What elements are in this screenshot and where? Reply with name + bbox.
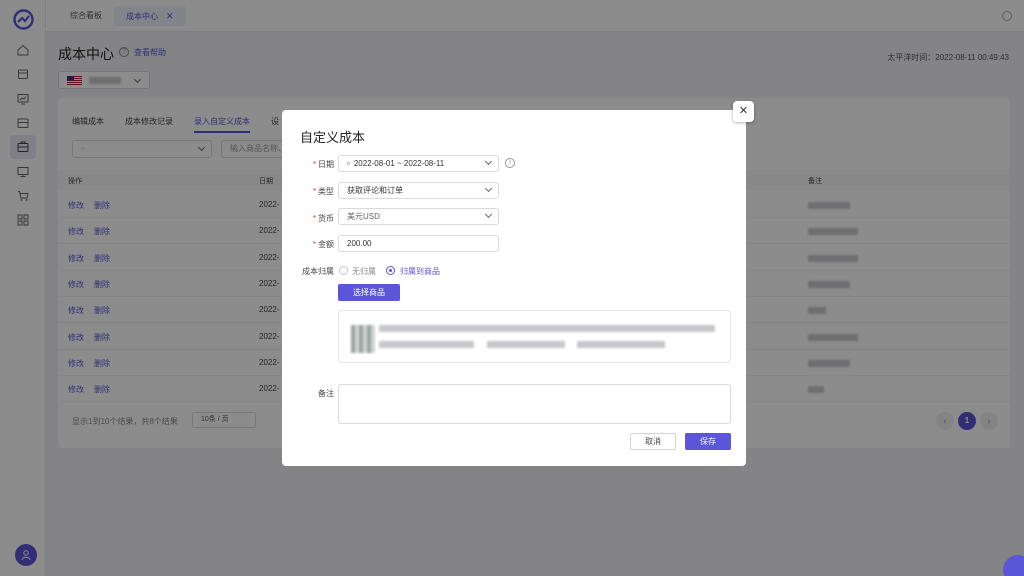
note-textarea[interactable] — [338, 384, 731, 424]
currency-label: * 货币 — [312, 214, 334, 223]
radio-no-attribution-label[interactable]: 无归属 — [352, 266, 376, 277]
attribution-label: 成本归属 — [302, 267, 334, 276]
custom-cost-dialog: 自定义成本 * 日期 ▫ 2022-08-01 ~ 2022-08-11 i * 类型… — [282, 110, 746, 466]
calendar-icon: ▫ — [347, 159, 350, 168]
product-title-blurred — [379, 325, 715, 332]
chevron-down-icon — [484, 184, 493, 193]
date-range-picker[interactable]: ▫ 2022-08-01 ~ 2022-08-11 — [338, 155, 499, 172]
type-label: * 类型 — [312, 187, 334, 196]
dialog-title: 自定义成本 — [300, 130, 366, 145]
save-button[interactable]: 保存 — [685, 433, 731, 450]
radio-product-attribution[interactable] — [386, 266, 395, 275]
amount-input[interactable]: 200.00 — [338, 235, 499, 252]
currency-select[interactable]: 美元USD — [338, 208, 499, 225]
radio-product-attribution-label[interactable]: 归属到商品 — [400, 266, 440, 277]
selected-product-card — [338, 310, 731, 363]
info-icon[interactable]: i — [505, 158, 515, 168]
close-icon[interactable]: ✕ — [733, 101, 754, 122]
date-label: * 日期 — [312, 160, 334, 169]
radio-no-attribution[interactable] — [339, 266, 348, 275]
product-meta-blurred — [379, 341, 474, 348]
note-label: 备注 — [318, 389, 334, 398]
select-product-button[interactable]: 选择商品 — [338, 284, 400, 301]
chevron-down-icon — [484, 157, 493, 166]
product-image-blurred — [351, 325, 375, 353]
chevron-down-icon — [484, 210, 493, 219]
amount-label: * 金额 — [312, 240, 334, 249]
product-meta-blurred — [577, 341, 665, 348]
product-meta-blurred — [487, 341, 565, 348]
cancel-button[interactable]: 取消 — [630, 433, 676, 450]
type-select[interactable]: 获取评论和订单 — [338, 182, 499, 199]
